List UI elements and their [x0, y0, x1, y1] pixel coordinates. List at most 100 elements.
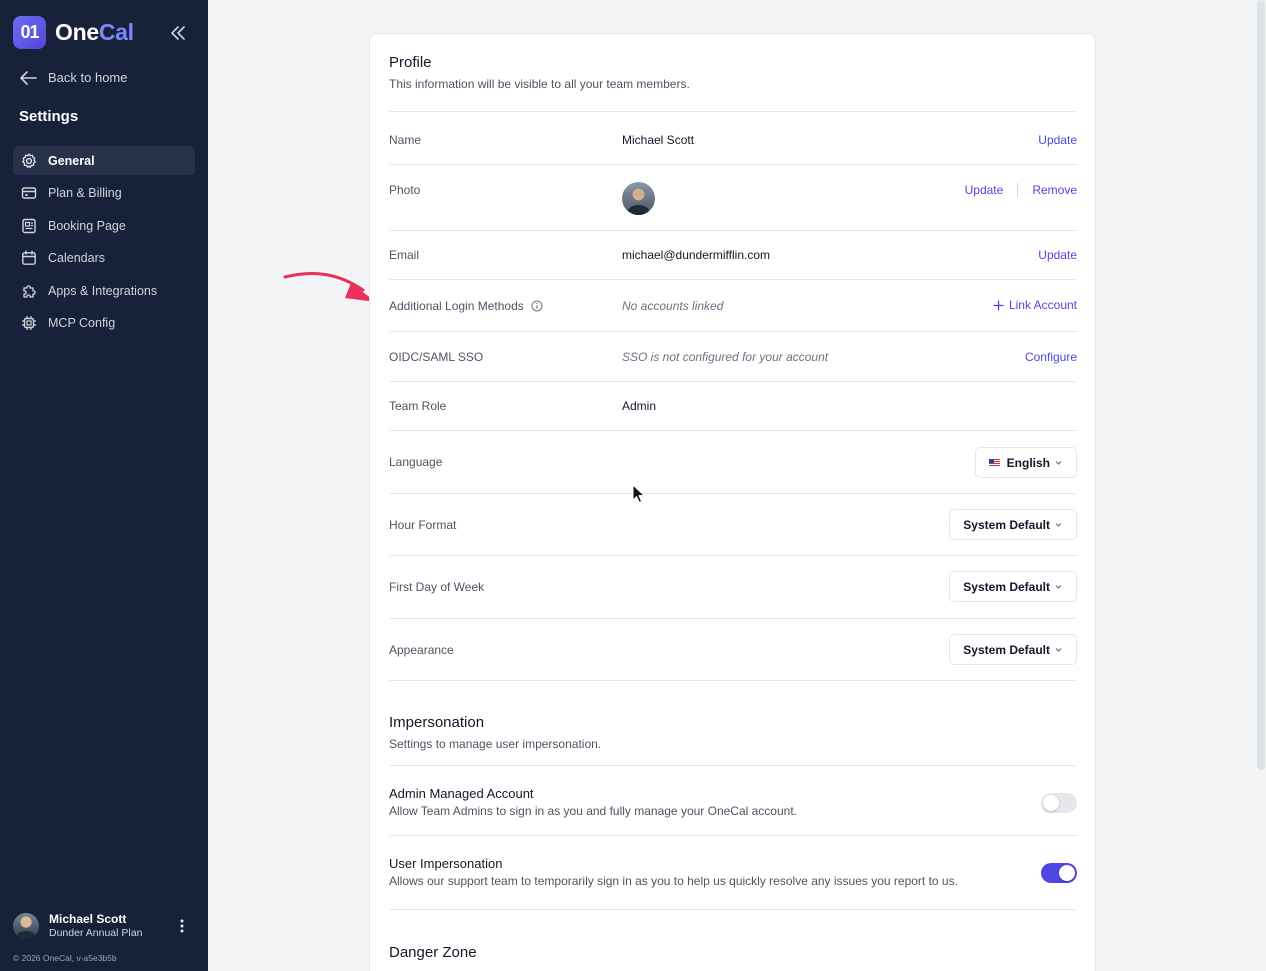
double-chevron-left-icon [171, 26, 185, 40]
sidebar-item-booking-page[interactable]: Booking Page [13, 211, 195, 240]
sidebar-item-plan-billing[interactable]: Plan & Billing [13, 179, 195, 208]
sidebar-item-label: General [48, 153, 95, 168]
sidebar-item-general[interactable]: General [13, 146, 195, 175]
toggle-knob [1043, 795, 1059, 811]
chip-icon [22, 316, 36, 330]
impersonation-subtitle: Settings to manage user impersonation. [389, 737, 602, 751]
link-account-button[interactable]: Link Account [993, 298, 1077, 312]
settings-title: Settings [19, 108, 79, 125]
sidebar-item-calendars[interactable]: Calendars [13, 244, 195, 273]
plus-icon [993, 299, 1004, 311]
language-label: Language [389, 455, 443, 469]
back-to-home-link[interactable]: Back to home [20, 70, 128, 85]
sidebar-item-label: Calendars [48, 251, 105, 265]
sidebar-item-label: Booking Page [48, 218, 126, 233]
sso-row: OIDC/SAML SSO SSO is not configured for … [389, 331, 1077, 381]
profile-subtitle: This information will be visible to all … [389, 77, 690, 91]
sidebar: 01 OneCal Back to home Settings General … [0, 0, 208, 971]
language-row: Language English [389, 430, 1077, 493]
onecal-logo[interactable]: 01 OneCal [13, 16, 134, 49]
remove-photo-link[interactable]: Remove [1032, 183, 1077, 197]
team-role-value: Admin [622, 399, 657, 413]
logo-mark: 01 [13, 16, 46, 49]
email-value: michael@dundermifflin.com [622, 248, 771, 262]
update-email-link[interactable]: Update [1038, 248, 1077, 262]
logo-text: OneCal [55, 19, 134, 45]
update-name-link[interactable]: Update [1038, 133, 1077, 147]
calendar-icon [22, 250, 36, 265]
hour-format-value: System Default [963, 517, 1050, 532]
login-methods-label-group: Additional Login Methods [389, 299, 543, 313]
configure-sso-link[interactable]: Configure [1025, 350, 1077, 364]
login-methods-label: Additional Login Methods [389, 299, 524, 313]
update-photo-link[interactable]: Update [965, 183, 1004, 197]
settings-nav: General Plan & Billing Booking Page Cale… [13, 146, 195, 341]
chevron-down-icon [1055, 584, 1062, 589]
admin-managed-row: Admin Managed Account Allow Team Admins … [389, 765, 1077, 835]
team-role-label: Team Role [389, 399, 447, 413]
profile-title: Profile [389, 54, 432, 71]
email-row: Email michael@dundermifflin.com Update [389, 230, 1077, 279]
gear-icon [22, 153, 36, 168]
sidebar-item-apps-integrations[interactable]: Apps & Integrations [13, 276, 195, 305]
admin-managed-title: Admin Managed Account [389, 786, 534, 801]
appearance-label: Appearance [389, 643, 454, 657]
user-impersonation-toggle[interactable] [1041, 863, 1077, 883]
hour-format-dropdown[interactable]: System Default [949, 509, 1077, 540]
chevron-down-icon [1055, 522, 1062, 527]
first-day-label: First Day of Week [389, 580, 485, 594]
photo-label: Photo [389, 183, 421, 197]
admin-managed-toggle[interactable] [1041, 793, 1077, 813]
sso-value: SSO is not configured for your account [622, 350, 829, 364]
first-day-value: System Default [963, 579, 1050, 594]
chevron-down-icon [1055, 460, 1062, 465]
user-plan: Dunder Annual Plan [49, 927, 143, 939]
user-name: Michael Scott [49, 912, 127, 926]
team-role-row: Team Role Admin [389, 381, 1077, 430]
first-day-dropdown[interactable]: System Default [949, 571, 1077, 602]
name-value: Michael Scott [622, 133, 695, 147]
profile-photo [622, 182, 655, 215]
booking-page-icon [22, 218, 36, 233]
login-methods-value: No accounts linked [622, 299, 724, 313]
page-scrollbar[interactable] [1257, 0, 1265, 770]
user-impersonation-desc: Allows our support team to temporarily s… [389, 874, 958, 888]
toggle-knob [1059, 865, 1075, 881]
photo-row: Photo Update Remove [389, 164, 1077, 230]
hour-format-label: Hour Format [389, 518, 457, 532]
link-account-label: Link Account [1008, 298, 1077, 312]
email-label: Email [389, 248, 420, 262]
language-value: English [1006, 455, 1050, 470]
user-impersonation-title: User Impersonation [389, 856, 503, 871]
user-impersonation-row: User Impersonation Allows our support te… [389, 835, 1077, 910]
copyright: © 2026 OneCal, v-a5e3b5b [13, 953, 117, 963]
sidebar-item-label: Apps & Integrations [48, 283, 158, 298]
danger-zone-title: Danger Zone [389, 944, 477, 961]
chevron-down-icon [1055, 647, 1062, 652]
name-row: Name Michael Scott Update [389, 111, 1077, 164]
user-menu-button[interactable] [179, 918, 185, 939]
puzzle-icon [23, 284, 36, 298]
appearance-row: Appearance System Default [389, 618, 1077, 681]
sidebar-item-label: Plan & Billing [48, 186, 122, 200]
credit-card-icon [21, 187, 37, 199]
arrow-left-icon [20, 70, 37, 85]
first-day-row: First Day of Week System Default [389, 555, 1077, 618]
us-flag-icon [988, 459, 1000, 466]
appearance-dropdown[interactable]: System Default [949, 634, 1077, 665]
language-dropdown[interactable]: English [974, 447, 1077, 478]
settings-card: Profile This information will be visible… [369, 33, 1096, 971]
hour-format-row: Hour Format System Default [389, 493, 1077, 555]
name-label: Name [389, 133, 422, 147]
sidebar-item-mcp-config[interactable]: MCP Config [13, 309, 195, 338]
login-methods-row: Additional Login Methods No accounts lin… [389, 279, 1077, 331]
sso-label: OIDC/SAML SSO [389, 350, 484, 364]
back-to-home-label: Back to home [48, 70, 128, 85]
sidebar-item-label: MCP Config [48, 316, 116, 330]
collapse-sidebar-button[interactable] [166, 22, 190, 44]
appearance-value: System Default [963, 642, 1050, 657]
info-icon[interactable] [531, 300, 543, 312]
user-profile[interactable]: Michael Scott Dunder Annual Plan [13, 912, 195, 940]
divider [1017, 183, 1019, 197]
mouse-cursor-icon [632, 484, 646, 504]
